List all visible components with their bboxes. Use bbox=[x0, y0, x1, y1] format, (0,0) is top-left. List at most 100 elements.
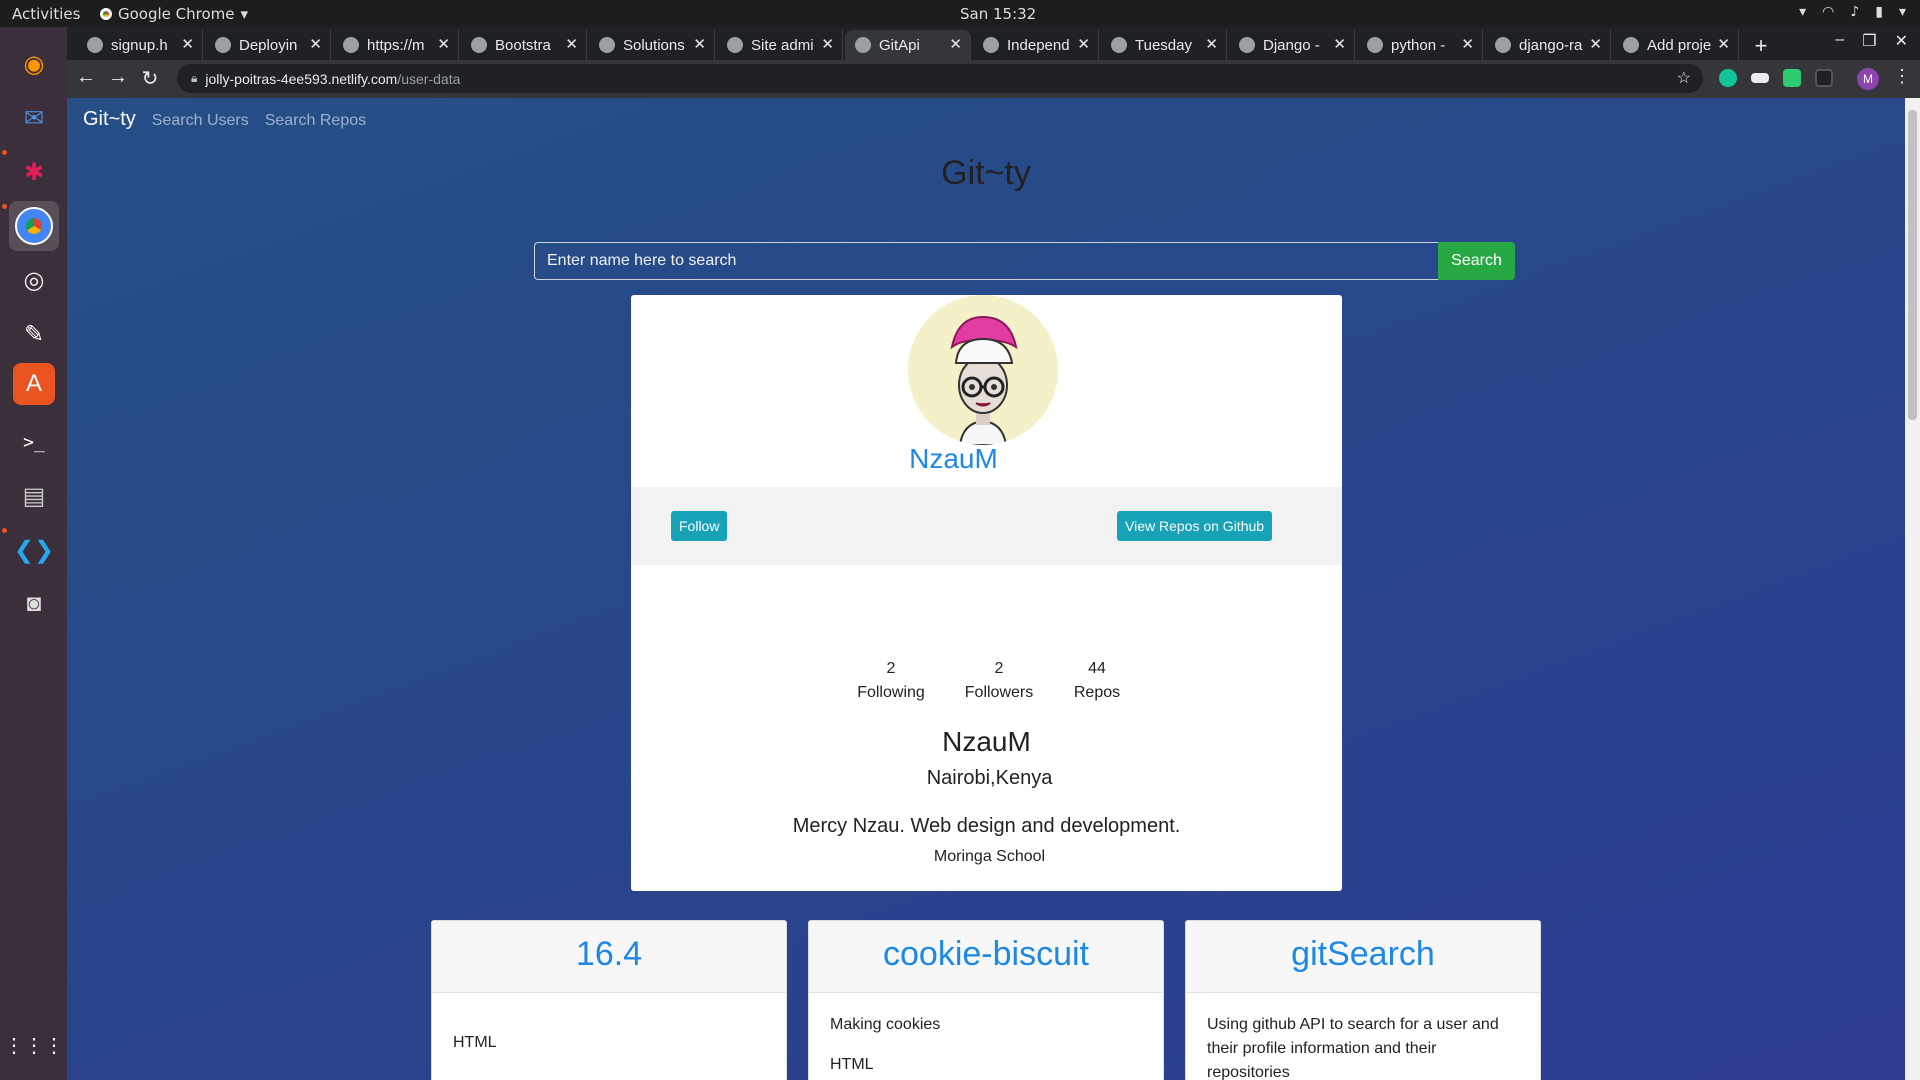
browser-tab[interactable]: django-ra ✕ bbox=[1485, 30, 1611, 60]
tab-close-icon[interactable]: ✕ bbox=[1461, 35, 1474, 53]
software-center-icon[interactable]: A bbox=[13, 363, 55, 405]
tab-close-icon[interactable]: ✕ bbox=[1077, 35, 1090, 53]
chrome-dock-icon[interactable] bbox=[9, 201, 59, 251]
back-icon[interactable]: ← bbox=[73, 66, 99, 89]
repo-name-link[interactable]: 16.4 bbox=[432, 921, 786, 993]
files-icon[interactable]: ▤ bbox=[9, 471, 59, 521]
tab-favicon-icon bbox=[599, 37, 615, 53]
rhythmbox-icon[interactable]: ◎ bbox=[9, 255, 59, 305]
thunderbird-icon[interactable]: ✉ bbox=[9, 93, 59, 143]
clock[interactable]: San 15:32 bbox=[960, 5, 1036, 23]
tab-label: Tuesday bbox=[1135, 36, 1192, 54]
firefox-icon[interactable]: ◉ bbox=[9, 39, 59, 89]
avatar bbox=[908, 295, 1058, 445]
terminal-icon[interactable]: >_ bbox=[9, 417, 59, 467]
stat-label: Following bbox=[857, 684, 925, 701]
browser-tab[interactable]: Deployin ✕ bbox=[205, 30, 331, 60]
power-menu-icon: ▾ bbox=[1898, 4, 1906, 20]
browser-tab[interactable]: python - ✕ bbox=[1357, 30, 1483, 60]
running-indicator bbox=[2, 204, 7, 209]
tab-close-icon[interactable]: ✕ bbox=[1333, 35, 1346, 53]
activities-button[interactable]: Activities bbox=[12, 5, 80, 23]
minimize-icon[interactable]: – bbox=[1835, 31, 1844, 51]
username-link[interactable]: NzauM bbox=[631, 443, 1276, 475]
repo-language: HTML bbox=[453, 1034, 497, 1051]
site-navbar: Git~ty Search Users Search Repos bbox=[83, 108, 366, 138]
tab-close-icon[interactable]: ✕ bbox=[1589, 35, 1602, 53]
tab-favicon-icon bbox=[471, 37, 487, 53]
tab-label: https://m bbox=[367, 36, 425, 54]
browser-tab[interactable]: Bootstra ✕ bbox=[461, 30, 587, 60]
extension-icon[interactable] bbox=[1751, 73, 1769, 83]
dock: ◉ ✉ ✱ ◎ ✎ A >_ ▤ ❮❯ ◙ ⋮⋮⋮ bbox=[0, 27, 67, 1080]
maximize-icon[interactable]: ❐ bbox=[1862, 31, 1876, 51]
avatar-illustration bbox=[908, 295, 1058, 445]
stat-label: Repos bbox=[1073, 684, 1121, 701]
chevron-down-icon: ▾ bbox=[240, 5, 249, 23]
repo-body: Using github API to search for a user an… bbox=[1186, 993, 1540, 1080]
search-input[interactable] bbox=[534, 242, 1438, 280]
show-apps-icon[interactable]: ⋮⋮⋮ bbox=[4, 1020, 64, 1070]
close-icon[interactable]: ✕ bbox=[1895, 31, 1908, 51]
tab-close-icon[interactable]: ✕ bbox=[309, 35, 322, 53]
grammarly-extension-icon[interactable] bbox=[1719, 69, 1737, 87]
tab-close-icon[interactable]: ✕ bbox=[693, 35, 706, 53]
text-editor-icon[interactable]: ✎ bbox=[9, 309, 59, 359]
camera-extension-icon[interactable] bbox=[1815, 69, 1833, 87]
repo-description: Using github API to search for a user an… bbox=[1207, 1016, 1499, 1080]
tab-label: signup.h bbox=[111, 36, 168, 54]
app-menu[interactable]: Google Chrome ▾ bbox=[100, 5, 248, 23]
tab-label: Solutions bbox=[623, 36, 685, 54]
browser-tab[interactable]: Independ ✕ bbox=[973, 30, 1099, 60]
more-menu-icon[interactable]: ⋮ bbox=[1893, 66, 1911, 87]
profile-company: Moringa School bbox=[933, 848, 1046, 865]
bookmark-star-icon[interactable]: ☆ bbox=[1677, 68, 1691, 88]
browser-toolbar: ← → ↻ 🔒︎ jolly-poitras-4ee593.netlify.co… bbox=[67, 60, 1920, 98]
repo-name-link[interactable]: gitSearch bbox=[1186, 921, 1540, 993]
tab-strip: + – ❐ ✕ signup.h ✕ Deployin ✕ https://m ✕ Boot… bbox=[67, 27, 1920, 60]
address-bar[interactable]: 🔒︎ jolly-poitras-4ee593.netlify.com/user… bbox=[177, 64, 1703, 93]
navbar-brand[interactable]: Git~ty bbox=[83, 108, 136, 131]
browser-tab[interactable]: Site admi ✕ bbox=[717, 30, 843, 60]
tab-close-icon[interactable]: ✕ bbox=[821, 35, 834, 53]
tab-close-icon[interactable]: ✕ bbox=[1205, 35, 1218, 53]
camera-icon[interactable]: ◙ bbox=[9, 579, 59, 629]
scrollbar-thumb[interactable] bbox=[1908, 110, 1917, 420]
browser-tab[interactable]: Django - ✕ bbox=[1229, 30, 1355, 60]
tab-close-icon[interactable]: ✕ bbox=[181, 35, 194, 53]
wifi-icon: ◠ bbox=[1822, 4, 1835, 20]
new-tab-button[interactable]: + bbox=[1747, 33, 1775, 58]
tab-close-icon[interactable]: ✕ bbox=[437, 35, 450, 53]
nav-search-repos[interactable]: Search Repos bbox=[265, 112, 366, 130]
browser-tab[interactable]: Tuesday ✕ bbox=[1101, 30, 1227, 60]
tab-favicon-icon bbox=[855, 37, 871, 53]
profile-avatar[interactable]: M bbox=[1857, 68, 1879, 90]
nav-search-users[interactable]: Search Users bbox=[152, 112, 249, 130]
browser-tab[interactable]: Solutions ✕ bbox=[589, 30, 715, 60]
window-controls: – ❐ ✕ bbox=[1835, 31, 1908, 51]
follow-button[interactable]: Follow bbox=[671, 511, 728, 541]
tab-label: Site admi bbox=[751, 36, 814, 54]
tab-close-icon[interactable]: ✕ bbox=[565, 35, 578, 53]
tab-favicon-icon bbox=[1239, 37, 1255, 53]
extension-icon[interactable] bbox=[1783, 69, 1801, 87]
network-icon: ▾ bbox=[1799, 4, 1807, 20]
system-tray[interactable]: ▾ ◠ ♪ ▮ ▾ bbox=[1799, 4, 1906, 20]
reload-icon[interactable]: ↻ bbox=[137, 66, 163, 91]
tab-close-icon[interactable]: ✕ bbox=[949, 35, 962, 53]
forward-icon[interactable]: → bbox=[105, 66, 131, 89]
view-repos-button[interactable]: View Repos on Github bbox=[1117, 511, 1273, 541]
repo-name-link[interactable]: cookie-biscuit bbox=[809, 921, 1163, 993]
browser-tab[interactable]: signup.h ✕ bbox=[77, 30, 203, 60]
search-button[interactable]: Search bbox=[1438, 242, 1515, 280]
tab-label: Add proje bbox=[1647, 36, 1712, 54]
tab-close-icon[interactable]: ✕ bbox=[1717, 35, 1730, 53]
vscode-icon[interactable]: ❮❯ bbox=[9, 525, 59, 575]
page-scrollbar[interactable] bbox=[1905, 98, 1920, 1080]
tab-label: Independ bbox=[1007, 36, 1070, 54]
tab-label: django-ra bbox=[1519, 36, 1583, 54]
browser-tab[interactable]: https://m ✕ bbox=[333, 30, 459, 60]
browser-tab[interactable]: Add proje ✕ bbox=[1613, 30, 1739, 60]
browser-tab[interactable]: GitApi ✕ bbox=[845, 30, 971, 60]
slack-icon[interactable]: ✱ bbox=[9, 147, 59, 197]
